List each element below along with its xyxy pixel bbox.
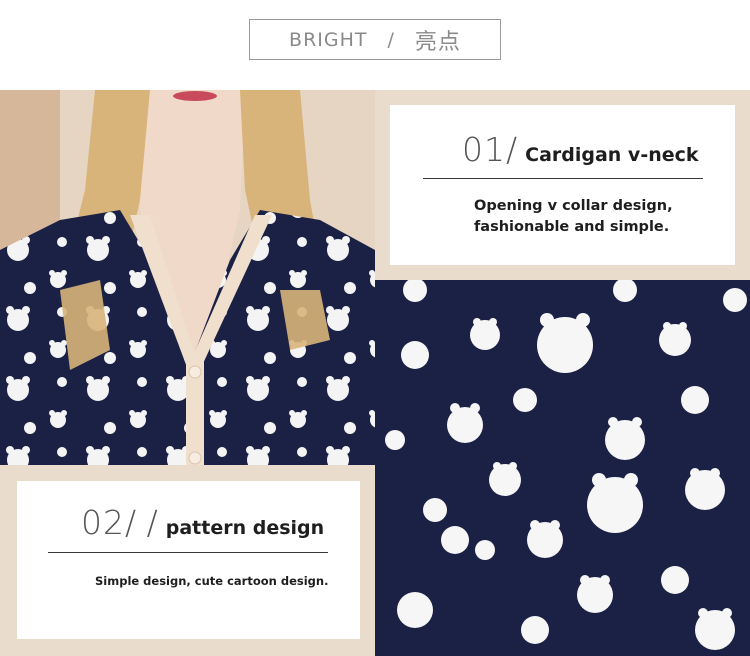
feature-number: 02 — [81, 503, 125, 542]
header-separator: / — [387, 28, 395, 51]
header-title-cn: 亮点 — [414, 29, 461, 55]
fabric-closeup-photo — [375, 280, 750, 656]
feature-title: Cardigan v-neck — [525, 144, 699, 166]
feature-heading: 02 / / pattern design — [81, 503, 324, 542]
feature-description: Simple design, cute cartoon design. — [95, 574, 329, 588]
feature-description-line-2: fashionable and simple. — [474, 219, 670, 235]
feature-description-line-1: Opening v collar design, — [474, 198, 673, 214]
feature-card-cardigan: 01 / Cardigan v-neck Opening v collar de… — [390, 105, 735, 265]
divider — [423, 178, 703, 179]
divider — [48, 552, 328, 553]
feature-card-pattern: 02 / / pattern design Simple design, cut… — [17, 481, 360, 639]
feature-slash: / / — [125, 503, 158, 542]
model-photo — [0, 90, 375, 465]
feature-heading: 01 / Cardigan v-neck — [462, 130, 699, 169]
feature-slash: / — [506, 130, 518, 169]
section-header: BRIGHT / 亮点 — [249, 19, 501, 60]
feature-title: pattern design — [165, 517, 325, 539]
header-title-en: BRIGHT — [289, 28, 368, 51]
feature-description: Opening v collar design, fashionable and… — [474, 196, 714, 238]
feature-number: 01 — [462, 130, 506, 169]
